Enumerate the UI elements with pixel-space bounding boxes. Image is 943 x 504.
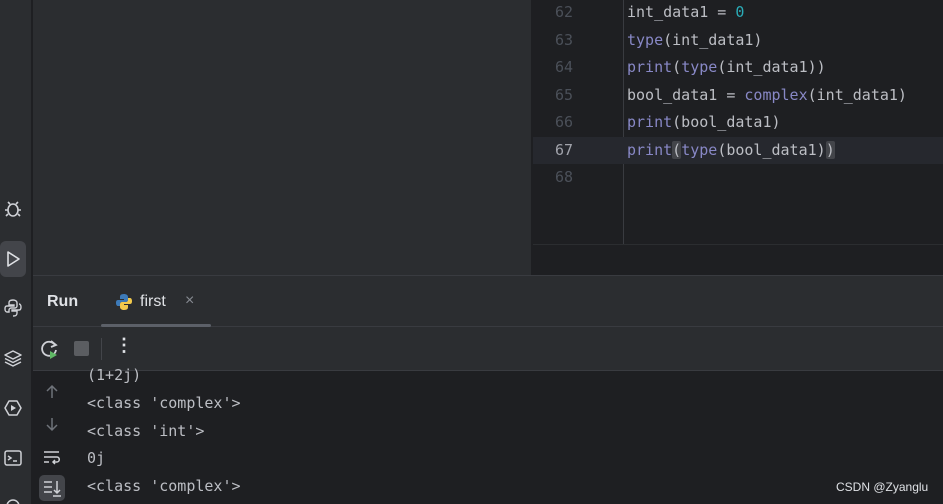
tab-first-label: first (140, 293, 166, 310)
editor-bottom-area (533, 244, 943, 275)
line-number: 62 (554, 3, 573, 21)
run-panel: Run first × ⋮ (1+2j) <class 'complex'> <… (33, 275, 943, 504)
run-tab-bar: Run first × (33, 276, 943, 327)
layers-button[interactable] (0, 340, 26, 376)
debug-icon (5, 201, 21, 217)
code-text: print(type(int_data1)) (627, 54, 826, 80)
code-token: (int_data1)) (717, 58, 826, 76)
code-text: int_data1 = 0 (627, 0, 744, 25)
line-number: 67 (554, 140, 573, 159)
code-token: ( (672, 58, 682, 76)
soft-wrap-icon (44, 451, 60, 465)
code-token: bool_data1 = (627, 85, 745, 104)
soft-wrap-button[interactable] (39, 444, 65, 470)
tab-close-icon[interactable]: × (185, 292, 194, 310)
code-token: 0 (735, 3, 745, 21)
watermark: CSDN @Zyanglu (836, 480, 929, 494)
console-output[interactable]: (1+2j) <class 'complex'> <class 'int'> 0… (87, 366, 937, 504)
rerun-icon[interactable] (37, 337, 61, 361)
scroll-to-end-button[interactable] (39, 475, 65, 501)
console-line: 0j (87, 449, 106, 467)
code-token: (bool_data1) (672, 113, 781, 131)
code-token: print (627, 140, 673, 159)
project-panel (33, 0, 531, 275)
run-panel-title: Run (47, 293, 79, 310)
python-console-icon (4, 299, 22, 317)
code-line[interactable]: 62 int_data1 = 0 (533, 0, 943, 26)
stop-button[interactable] (74, 341, 89, 356)
toolbar-separator (101, 338, 102, 360)
code-token: print (627, 58, 673, 76)
run-toolbar: ⋮ (33, 327, 943, 371)
console-line: <class 'int'> (87, 422, 205, 440)
code-line[interactable]: 64 print(type(int_data1)) (533, 54, 943, 81)
code-editor[interactable]: 62 int_data1 = 0 63 type(int_data1) 64 print(… (533, 0, 943, 244)
code-text: print(bool_data1) (627, 109, 781, 135)
more-tools-button[interactable] (0, 486, 26, 504)
services-icon (4, 400, 22, 416)
code-text: bool_data1 = complex(int_data1) (627, 82, 907, 108)
code-token: print (627, 113, 673, 131)
services-button[interactable] (0, 390, 26, 426)
code-token: type (681, 58, 718, 76)
scroll-up-button[interactable] (39, 379, 65, 405)
console-line: (1+2j) (87, 366, 142, 384)
code-line[interactable]: 65 bool_data1 = complex(int_data1) (533, 82, 943, 109)
arrow-down-icon (46, 418, 58, 432)
arrow-up-icon (46, 384, 58, 398)
line-number: 65 (554, 85, 573, 104)
code-line[interactable]: 66 print(bool_data1) (533, 109, 943, 136)
code-token: ( (672, 140, 682, 159)
code-token: type (681, 140, 718, 159)
code-token: complex (744, 85, 808, 104)
code-text: print(type(bool_data1)) (627, 137, 835, 163)
more-options-icon[interactable]: ⋮ (115, 335, 133, 356)
run-tool-button[interactable] (0, 241, 26, 277)
more-tools-icon (6, 499, 20, 504)
python-console-button[interactable] (0, 290, 26, 326)
debug-button[interactable] (0, 191, 26, 227)
code-text: type(int_data1) (627, 27, 762, 53)
run-icon (7, 251, 20, 267)
code-token: ) (825, 140, 835, 159)
python-file-icon (116, 294, 132, 310)
code-line[interactable]: 68 (533, 164, 943, 191)
code-token: (int_data1) (807, 85, 907, 104)
console-side-toolbar (33, 371, 73, 504)
scroll-down-button[interactable] (39, 411, 65, 437)
layers-icon (4, 350, 22, 367)
line-number: 66 (554, 113, 573, 131)
line-number: 64 (554, 58, 573, 76)
line-number: 68 (554, 168, 573, 186)
console-line: <class 'complex'> (87, 477, 241, 495)
console-line: <class 'complex'> (87, 394, 241, 412)
line-number: 63 (554, 30, 573, 49)
code-token: int_data1 = (627, 3, 736, 21)
terminal-icon (4, 450, 22, 466)
code-line[interactable]: 67 print(type(bool_data1)) (533, 136, 943, 164)
left-tool-strip (0, 0, 32, 504)
code-line[interactable]: 63 type(int_data1) (533, 27, 943, 54)
code-token: (int_data1) (663, 30, 763, 49)
tab-first[interactable]: first × (101, 276, 211, 327)
scroll-to-end-icon (44, 481, 61, 497)
code-token: type (627, 30, 664, 49)
code-token: (bool_data1) (717, 140, 826, 159)
terminal-button[interactable] (0, 440, 26, 476)
